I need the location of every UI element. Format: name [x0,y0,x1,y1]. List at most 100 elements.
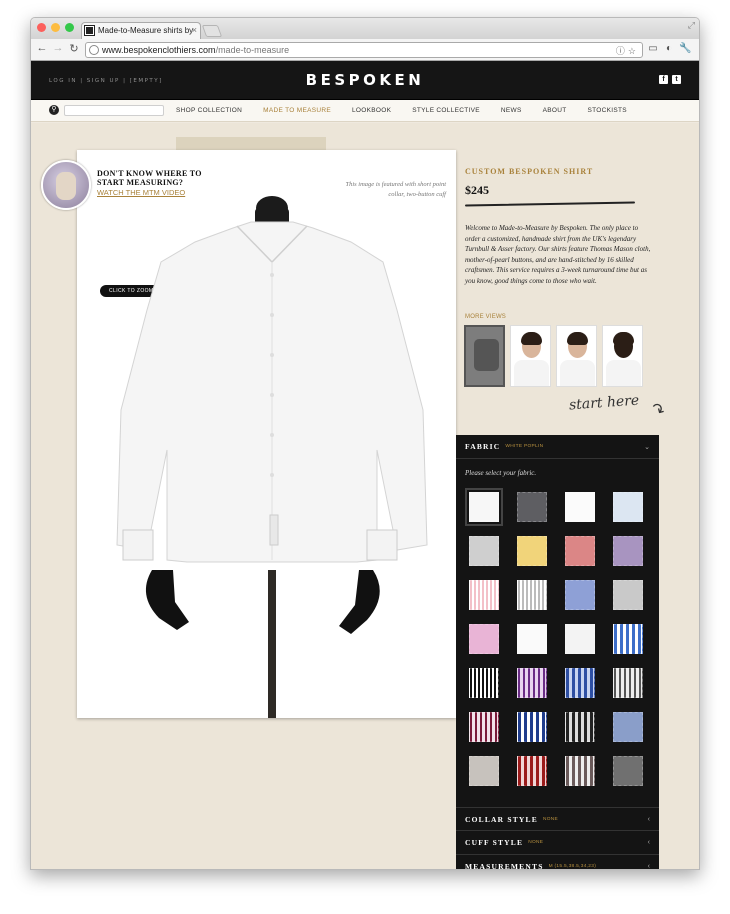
arrow-icon: ↷ [647,399,668,422]
fabric-swatch[interactable] [517,492,547,522]
star-icon[interactable]: ☆ [628,44,636,58]
chevron-left-icon: ‹ [647,863,650,870]
divider [464,201,636,207]
search-icon[interactable]: ⚲ [49,105,59,115]
shirt-image [116,196,428,718]
more-views-label: MORE VIEWS [465,314,507,320]
social-links: f t [659,75,681,84]
new-tab-button[interactable] [201,25,223,37]
fabric-swatch[interactable] [469,536,499,566]
collar-style-accordion[interactable]: COLLAR STYLE NONE ‹ [456,807,659,831]
cuff-style-label: CUFF STYLE [465,838,524,847]
fullscreen-icon[interactable]: ⤢ [688,20,695,31]
fabric-swatch[interactable] [613,624,643,654]
site-header: LOG IN | SIGN UP | [EMPTY] BESPOKEN f t [31,61,699,100]
browser-tab[interactable]: Made-to-Measure shirts by × [81,22,201,39]
fabric-swatch[interactable] [565,712,595,742]
fabric-swatch[interactable] [565,492,595,522]
mtm-video-link[interactable]: WATCH THE MTM VIDEO [97,188,185,197]
extension-icon[interactable]: ▭ [647,43,659,55]
cuff-style-accordion[interactable]: CUFF STYLE NONE ‹ [456,831,659,855]
nav-shop-collection[interactable]: SHOP COLLECTION [176,107,242,114]
product-price: $245 [465,183,489,197]
fabric-swatch[interactable] [517,756,547,786]
nav-about[interactable]: ABOUT [543,107,567,114]
fabric-swatch[interactable] [469,580,499,610]
nav-items: SHOP COLLECTION MADE TO MEASURE LOOKBOOK… [176,107,648,114]
nav-style-collective[interactable]: STYLE COLLECTIVE [412,107,480,114]
tab-close-icon[interactable]: × [192,23,197,38]
address-bar-icons: ⓘ ☆ [616,44,636,58]
twitter-icon[interactable]: t [672,75,681,84]
nav-stockists[interactable]: STOCKISTS [588,107,627,114]
fabric-swatch[interactable] [517,624,547,654]
view-thumbnail-model-side[interactable] [556,325,597,387]
fabric-swatch[interactable] [613,668,643,698]
address-bar[interactable]: www.bespokenclothiers.com/made-to-measur… [85,42,643,58]
fabric-swatch[interactable] [613,536,643,566]
tab-bar: Made-to-Measure shirts by × ⤢ [31,18,699,39]
mtm-video-thumbnail[interactable] [41,160,91,210]
fabric-prompt: Please select your fabric. [465,469,537,477]
fabric-swatch[interactable] [465,488,503,526]
fabric-accordion[interactable]: FABRIC WHITE POPLIN ⌄ [456,435,659,459]
fabric-swatch-grid [456,477,659,786]
view-thumbnail-model-back[interactable] [602,325,643,387]
fabric-swatch[interactable] [469,756,499,786]
page-content: DON'T KNOW WHERE TO START MEASURING? WAT… [31,123,699,870]
measurements-label: MEASUREMENTS [465,862,544,870]
url-path: /made-to-measure [215,45,290,55]
product-title: CUSTOM BESPOKEN SHIRT [465,167,594,176]
fabric-swatch[interactable] [469,712,499,742]
view-thumbnail-mannequin[interactable] [464,325,505,387]
fabric-swatch[interactable] [469,668,499,698]
nav-lookbook[interactable]: LOOKBOOK [352,107,391,114]
start-here-note: start here [568,392,640,414]
product-photo[interactable]: This image is featured with short point … [77,150,456,718]
collar-style-value: NONE [542,816,559,822]
zoom-window-button[interactable] [65,23,74,32]
collar-style-label: COLLAR STYLE [465,814,538,824]
site-logo[interactable]: BESPOKEN [31,71,699,89]
measurements-value: M (15.5,38.5,34,23) [548,864,597,869]
measurements-accordion[interactable]: MEASUREMENTS M (15.5,38.5,34,23) ‹ [456,855,659,870]
more-views-thumbnails [464,325,643,387]
fabric-swatch[interactable] [613,712,643,742]
close-window-button[interactable] [37,23,46,32]
fabric-swatch[interactable] [517,668,547,698]
forward-icon[interactable]: → [51,42,65,54]
fabric-swatch[interactable] [565,668,595,698]
chevron-left-icon: ‹ [647,839,650,846]
fabric-swatch[interactable] [517,580,547,610]
wrench-icon[interactable]: 🔧 [679,43,691,55]
nav-made-to-measure[interactable]: MADE TO MEASURE [263,107,331,114]
facebook-icon[interactable]: f [659,75,668,84]
fabric-swatch[interactable] [565,756,595,786]
extension-icon-2[interactable]: ◐ [663,43,675,55]
fabric-swatch[interactable] [613,580,643,610]
fabric-swatch[interactable] [613,756,643,786]
window-controls [37,23,74,32]
fabric-swatch[interactable] [565,624,595,654]
view-thumbnail-model-front[interactable] [510,325,551,387]
back-icon[interactable]: ← [35,42,49,54]
collar-style-section: COLLAR STYLE NONE ‹ CUFF STYLE NONE ‹ ME… [456,807,659,870]
fabric-swatch[interactable] [613,492,643,522]
fabric-swatch[interactable] [565,536,595,566]
fabric-swatch[interactable] [565,580,595,610]
mtm-promo-title: DON'T KNOW WHERE TO START MEASURING? [97,169,202,187]
fabric-swatch[interactable] [517,712,547,742]
fabric-swatch[interactable] [517,536,547,566]
nav-news[interactable]: NEWS [501,107,522,114]
browser-window: Made-to-Measure shirts by × ⤢ ← → ↻ www.… [30,17,700,870]
reload-icon[interactable]: ↻ [67,42,81,55]
tab-title: Made-to-Measure shirts by [98,26,194,35]
chevron-down-icon: ⌄ [644,444,650,451]
search-input[interactable] [64,105,164,116]
fabric-swatch[interactable] [469,624,499,654]
info-icon[interactable]: ⓘ [616,44,625,58]
favicon-icon [84,25,95,36]
minimize-window-button[interactable] [51,23,60,32]
chevron-left-icon: ‹ [647,816,650,823]
product-description: Welcome to Made-to-Measure by Bespoken. … [465,224,651,285]
